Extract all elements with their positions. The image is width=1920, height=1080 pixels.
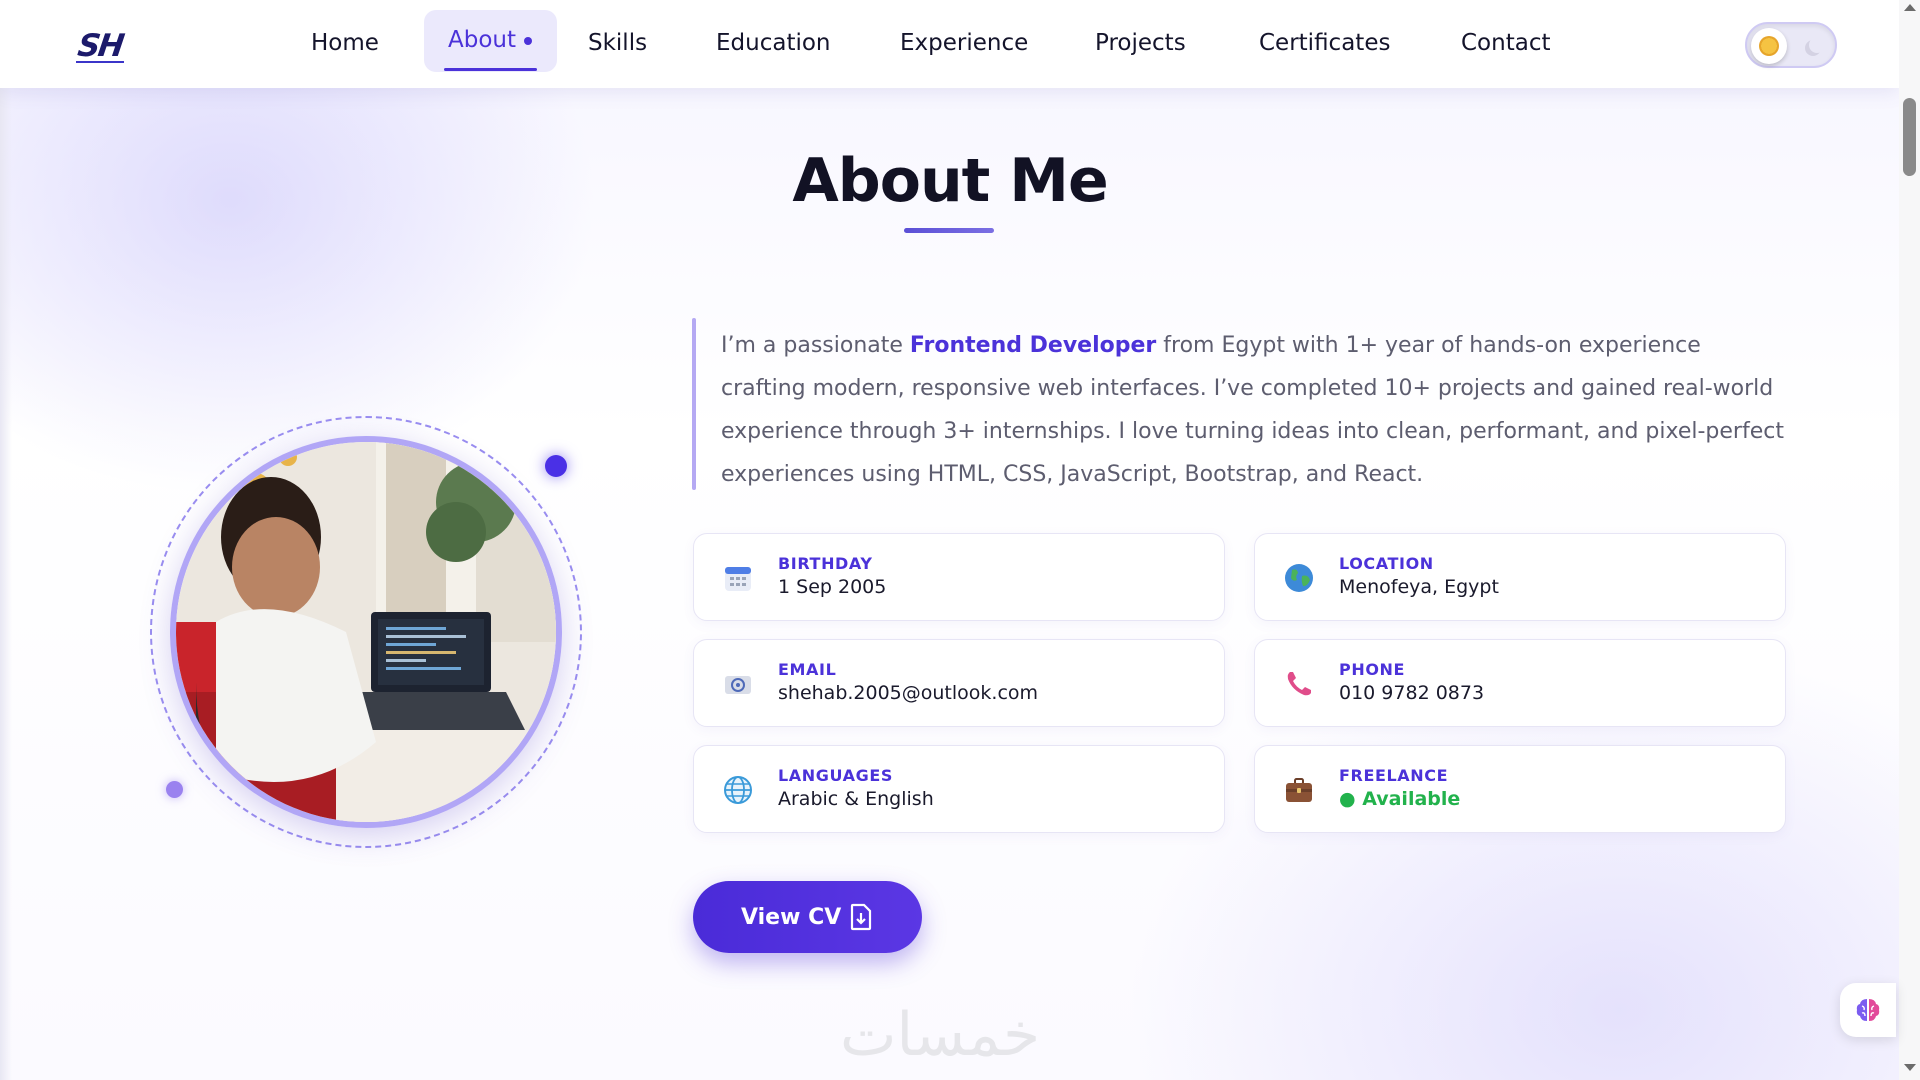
freelance-status: ● Available [1339, 788, 1461, 810]
navbar: SH Home About Skills Education Experienc… [0, 0, 1899, 88]
info-card-freelance: FREELANCE ● Available [1254, 745, 1786, 833]
bio-prefix: I’m a passionate [721, 333, 910, 358]
sun-icon [1759, 36, 1779, 56]
nav-experience[interactable]: Experience [900, 30, 1028, 56]
card-value: shehab.2005@outlook.com [778, 682, 1039, 704]
scroll-down-arrow-icon[interactable] [1904, 1064, 1916, 1071]
moon-icon [1809, 37, 1825, 53]
calendar-icon [725, 567, 751, 591]
card-value: 010 9782 0873 [1339, 682, 1485, 704]
view-cv-button[interactable]: View CV [693, 881, 922, 953]
briefcase-icon [1286, 778, 1312, 802]
email-icon [725, 676, 751, 694]
section-title: About Me [792, 146, 1108, 216]
info-card-location: LOCATION Menofeya, Egypt [1254, 533, 1786, 621]
nav-certificates[interactable]: Certificates [1259, 30, 1390, 56]
card-label: EMAIL [778, 660, 837, 679]
decor-orb-violet [166, 781, 183, 798]
toggle-knob [1751, 28, 1787, 64]
card-value: Menofeya, Egypt [1339, 576, 1499, 598]
brain-icon [1856, 999, 1880, 1021]
bio-text: I’m a passionate Frontend Developer from… [721, 324, 1791, 496]
card-label: FREELANCE [1339, 766, 1449, 785]
info-card-phone: PHONE 010 9782 0873 [1254, 639, 1786, 727]
nav-education[interactable]: Education [716, 30, 831, 56]
bio-role-highlight: Frontend Developer [909, 333, 1157, 358]
scrollbar-track[interactable] [1899, 88, 1920, 1080]
info-card-email: EMAIL shehab.2005@outlook.com [693, 639, 1225, 727]
nav-home[interactable]: Home [311, 30, 379, 56]
nav-contact[interactable]: Contact [1461, 30, 1550, 56]
nav-active-dot [524, 37, 532, 45]
watermark-logo: خمسات [840, 1000, 1041, 1070]
nav-skills[interactable]: Skills [588, 30, 647, 56]
site-logo[interactable]: SH [75, 28, 124, 64]
globe-icon [1285, 564, 1313, 592]
nav-projects[interactable]: Projects [1095, 30, 1186, 56]
bio-accent-bar [692, 318, 696, 490]
scroll-up-arrow-icon[interactable] [1904, 4, 1916, 11]
scrollbar-track-top [1899, 0, 1920, 88]
card-label: PHONE [1339, 660, 1406, 679]
languages-icon [724, 776, 752, 804]
phone-icon [1287, 672, 1311, 696]
nav-about[interactable]: About [448, 27, 516, 53]
view-cv-label: View CV [741, 905, 842, 930]
download-file-icon [850, 903, 872, 931]
nav-active-underline [444, 68, 537, 71]
profile-photo [170, 436, 562, 828]
floating-ai-button[interactable] [1840, 983, 1896, 1037]
theme-toggle[interactable] [1745, 22, 1837, 68]
card-value: Arabic & English [778, 788, 934, 810]
left-edge-shade [0, 0, 12, 1080]
profile-photo-illustration [176, 442, 556, 822]
info-card-languages: LANGUAGES Arabic & English [693, 745, 1225, 833]
card-value: 1 Sep 2005 [778, 576, 887, 598]
card-label: LOCATION [1339, 554, 1434, 573]
info-card-birthday: BIRTHDAY 1 Sep 2005 [693, 533, 1225, 621]
decor-orb-blue [545, 455, 567, 477]
card-label: LANGUAGES [778, 766, 893, 785]
title-underline [904, 228, 994, 233]
scrollbar-thumb[interactable] [1903, 98, 1916, 176]
card-label: BIRTHDAY [778, 554, 873, 573]
logo-underline [76, 61, 124, 63]
